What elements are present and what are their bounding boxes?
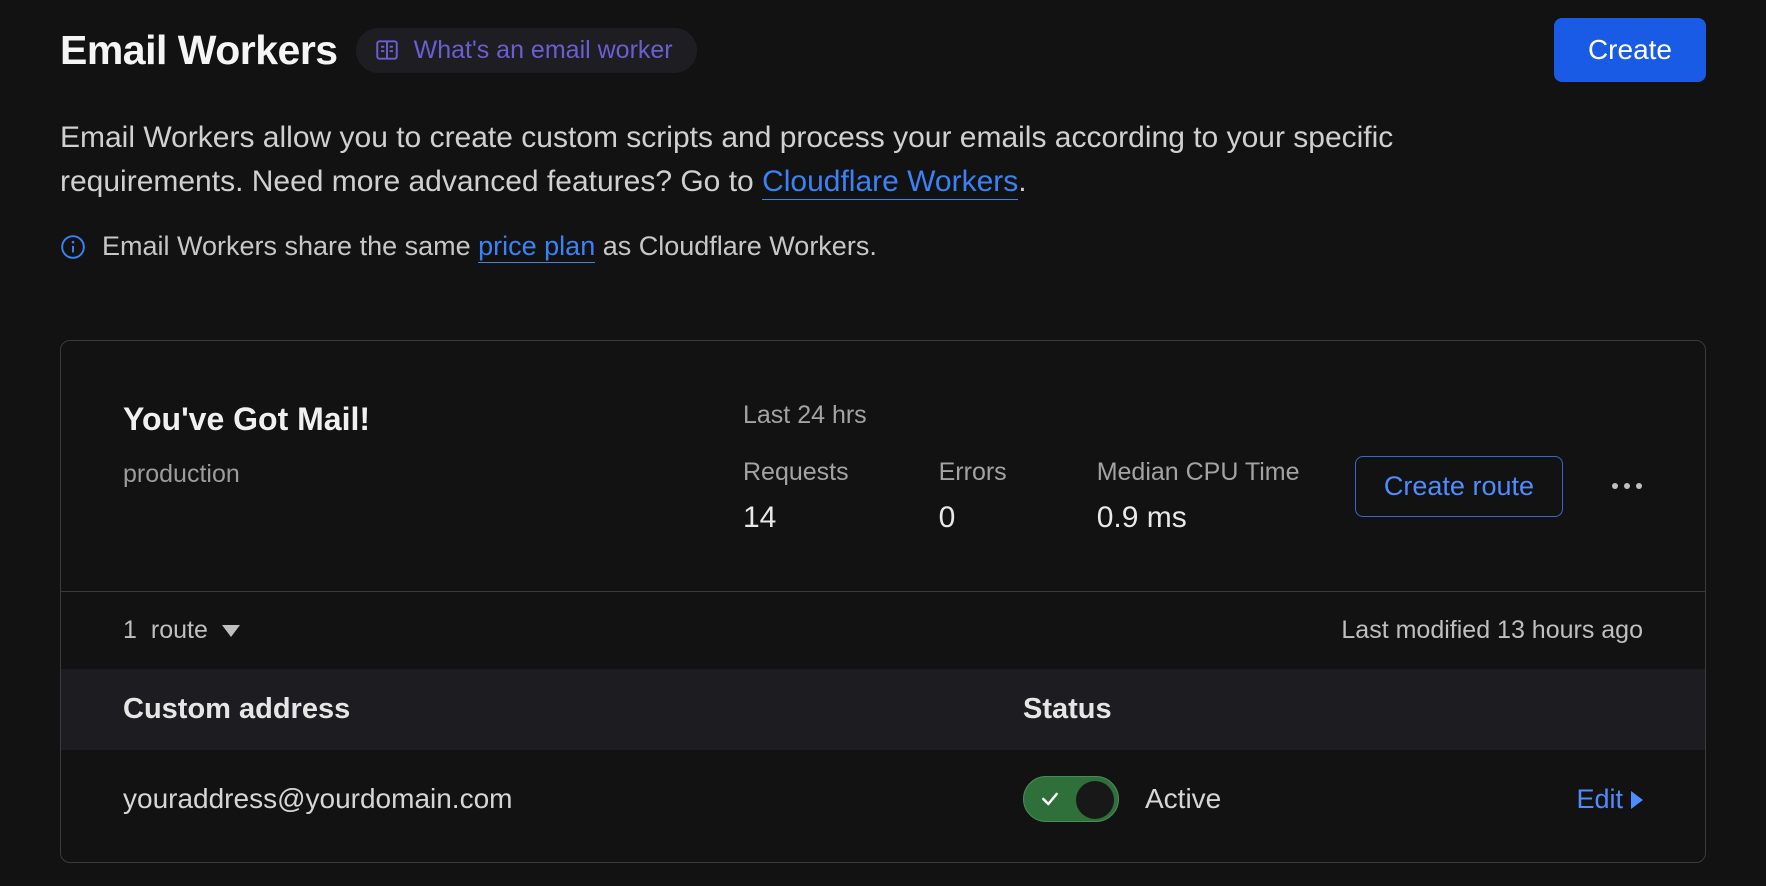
last-modified-text: Last modified 13 hours ago — [1341, 616, 1643, 645]
book-icon — [374, 37, 400, 63]
stat-errors: Errors 0 — [939, 458, 1007, 535]
intro-after: . — [1018, 165, 1026, 198]
page-title: Email Workers — [60, 27, 338, 74]
route-address: youraddress@yourdomain.com — [123, 783, 1023, 815]
chevron-down-icon — [222, 625, 240, 637]
status-toggle[interactable] — [1023, 776, 1119, 822]
stat-requests-label: Requests — [743, 458, 849, 487]
info-icon — [60, 234, 86, 260]
create-button[interactable]: Create — [1554, 18, 1706, 82]
worker-name: You've Got Mail! — [123, 401, 703, 438]
status-label: Active — [1145, 783, 1221, 815]
stat-errors-label: Errors — [939, 458, 1007, 487]
col-status: Status — [1023, 693, 1323, 726]
stat-cpu-label: Median CPU Time — [1097, 458, 1300, 487]
stat-cpu: Median CPU Time 0.9 ms — [1097, 458, 1300, 535]
whats-email-worker-label: What's an email worker — [414, 36, 673, 65]
stat-errors-value: 0 — [939, 501, 1007, 535]
col-custom-address: Custom address — [123, 693, 1023, 726]
edit-route-link[interactable]: Edit — [1576, 784, 1643, 815]
worker-card: You've Got Mail! production Last 24 hrs … — [60, 340, 1706, 863]
price-plan-link[interactable]: price plan — [478, 231, 595, 263]
route-expand-toggle[interactable]: 1 route — [123, 616, 240, 645]
route-label: route — [151, 616, 208, 645]
whats-email-worker-pill[interactable]: What's an email worker — [356, 28, 697, 73]
timeframe-label: Last 24 hrs — [743, 401, 1315, 430]
price-note-before: Email Workers share the same — [102, 231, 478, 261]
toggle-knob — [1076, 781, 1114, 819]
route-table-header: Custom address Status — [61, 669, 1705, 750]
price-note-after: as Cloudflare Workers. — [595, 231, 877, 261]
create-route-button[interactable]: Create route — [1355, 456, 1563, 517]
stat-cpu-value: 0.9 ms — [1097, 501, 1300, 535]
check-icon — [1040, 789, 1060, 809]
edit-label: Edit — [1576, 784, 1623, 815]
price-note: Email Workers share the same price plan … — [60, 231, 1706, 262]
worker-env: production — [123, 460, 703, 489]
intro-text: Email Workers allow you to create custom… — [60, 116, 1480, 203]
page-header: Email Workers What's an email worker Cre… — [60, 18, 1706, 82]
cloudflare-workers-link[interactable]: Cloudflare Workers — [762, 165, 1018, 200]
route-table-row: youraddress@yourdomain.com Active Edit — [61, 750, 1705, 862]
intro-before: Email Workers allow you to create custom… — [60, 121, 1393, 198]
route-summary-row: 1 route Last modified 13 hours ago — [61, 592, 1705, 669]
stat-requests: Requests 14 — [743, 458, 849, 535]
more-menu-icon[interactable] — [1611, 482, 1643, 490]
worker-card-top: You've Got Mail! production Last 24 hrs … — [61, 341, 1705, 592]
route-count: 1 — [123, 616, 137, 645]
stat-requests-value: 14 — [743, 501, 849, 535]
chevron-right-icon — [1631, 791, 1643, 809]
